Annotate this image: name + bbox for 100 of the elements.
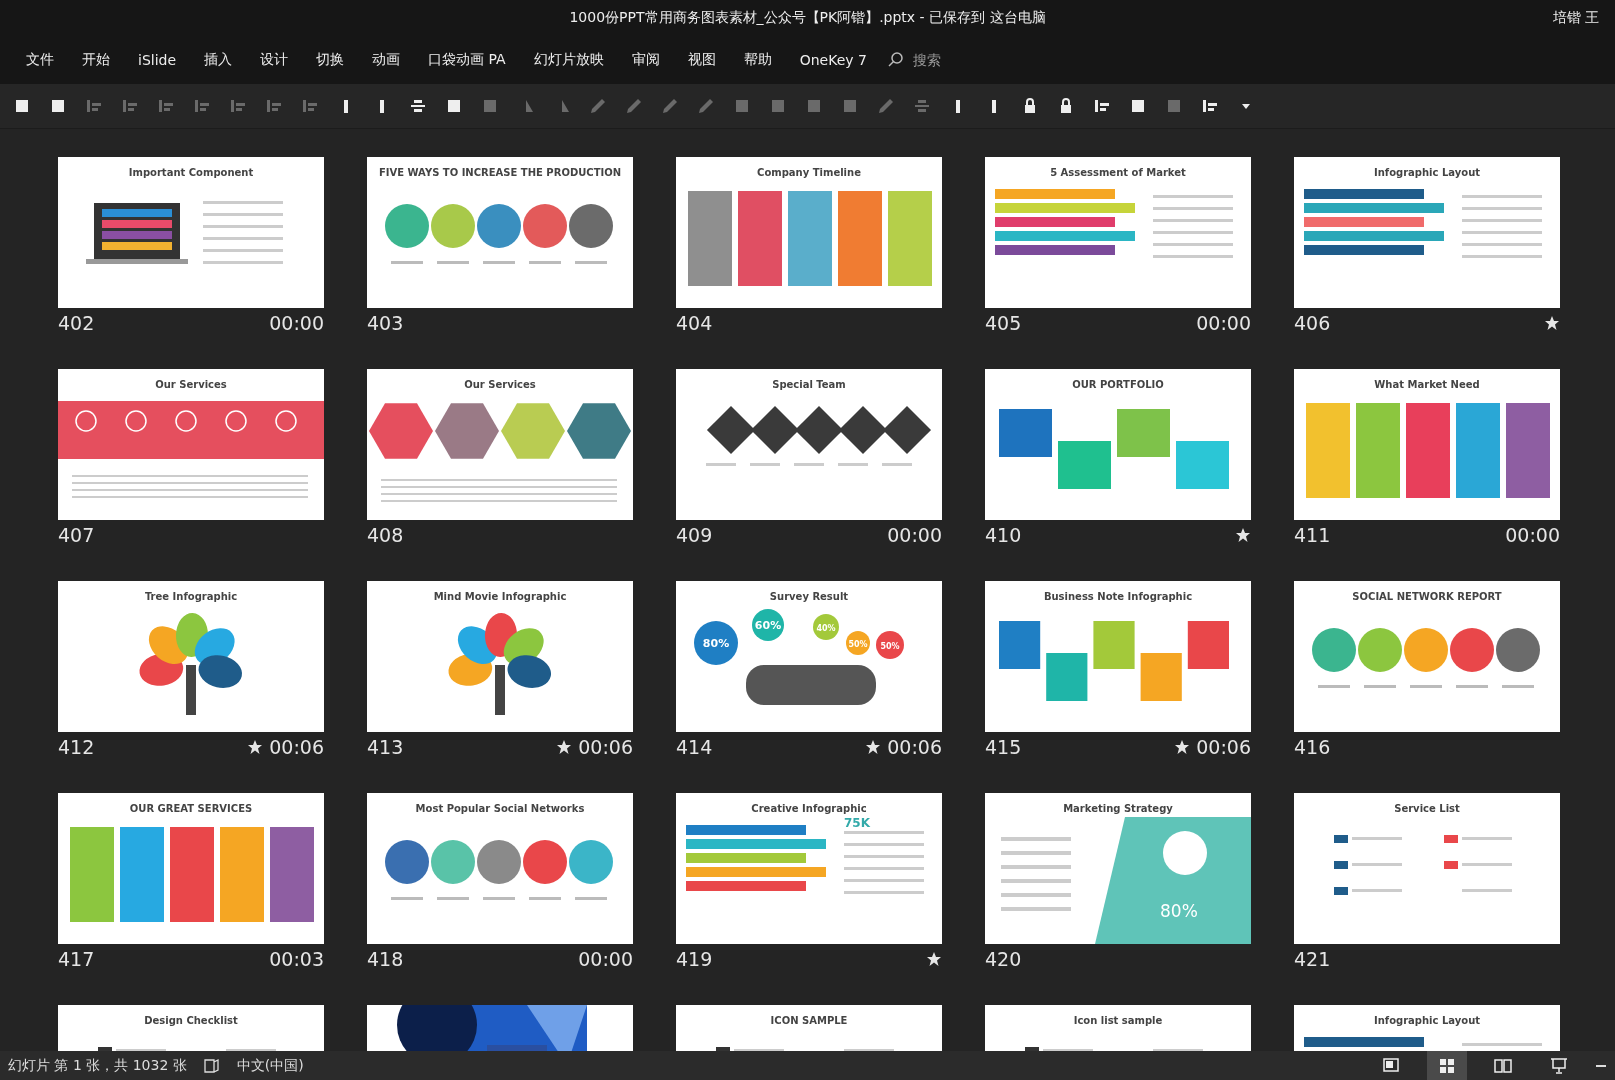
slide-timing: 00:06: [887, 736, 942, 758]
slide-number: 416: [1294, 736, 1331, 758]
slide-thumbnail[interactable]: Important Component: [58, 157, 324, 308]
menu-tab[interactable]: 口袋动画 PA: [414, 47, 520, 73]
slide-number: 409: [676, 524, 713, 546]
animation-star-icon: [556, 739, 573, 755]
slide-number: 414: [676, 736, 713, 758]
slide-thumbnail[interactable]: ICON SAMPLE: [676, 1005, 942, 1051]
slide-title: Business Note Infographic: [1042, 590, 1194, 604]
menu-tab[interactable]: 切换: [302, 47, 359, 73]
slide-thumbnail[interactable]: Our Services: [58, 369, 324, 520]
slide-thumbnail[interactable]: Company Timeline: [676, 157, 942, 308]
slide-title: Design Checklist: [143, 1014, 239, 1028]
slide-thumbnail[interactable]: SOCIAL NETWORK REPORT: [1294, 581, 1560, 732]
slide-thumbnail[interactable]: Icon list sample: [985, 1005, 1251, 1051]
menu-tab[interactable]: 视图: [673, 47, 730, 73]
presentation-icon: [1549, 1055, 1569, 1076]
slide-thumbnail[interactable]: Infographic Layout: [1294, 1005, 1560, 1051]
slide-number: 408: [367, 524, 404, 546]
window-title: 1000份PPT常用商务图表素材_公众号【PK阿锴】.pptx - 已保存到 这台电脑: [569, 9, 1046, 27]
menu-tab[interactable]: 设计: [246, 47, 303, 73]
menu-tab[interactable]: 幻灯片放映: [519, 47, 618, 73]
menu-tab[interactable]: 动画: [358, 47, 415, 73]
slide-number: 402: [58, 312, 95, 334]
slide-number: 403: [367, 312, 404, 334]
slide-number: 420: [985, 948, 1022, 970]
slide-number: 413: [367, 736, 404, 758]
slide-title: Service List: [1393, 802, 1461, 816]
slide-title: Company Timeline: [756, 166, 862, 180]
slide-thumbnail[interactable]: Design Checklist: [58, 1005, 324, 1051]
user-name: 培锴 王: [1552, 9, 1599, 27]
menu-tab[interactable]: 文件: [12, 47, 68, 73]
menu-tab[interactable]: 插入: [190, 47, 247, 73]
slide-thumbnail[interactable]: Our Services: [367, 369, 633, 520]
slide-number: 412: [58, 736, 95, 758]
slide-thumbnail[interactable]: Most Popular Social Networks: [367, 793, 633, 944]
animation-star-icon: [865, 739, 882, 755]
slide-timing: 00:03: [269, 948, 324, 970]
slide-thumbnail[interactable]: Infographic Layout: [1294, 157, 1560, 308]
slide-title: Special Team: [771, 378, 847, 392]
slide-thumbnail[interactable]: Survey Result 80% 60% 40% 50% 50%: [676, 581, 942, 732]
slide-title: Our Services: [463, 378, 537, 392]
menu-tab[interactable]: 帮助: [729, 47, 786, 73]
slide-thumbnail[interactable]: Service List: [1294, 793, 1560, 944]
slide-number: 405: [985, 312, 1022, 334]
slide-thumbnail[interactable]: What Market Need: [1294, 369, 1560, 520]
slide-timing: 00:06: [578, 736, 633, 758]
menu-tab[interactable]: iSlide: [124, 48, 191, 72]
menu-tab[interactable]: 审阅: [617, 47, 674, 73]
search-field[interactable]: 搜索: [910, 51, 975, 69]
animation-star-icon: [1235, 527, 1251, 543]
slide-title: 5 Assessment of Market: [1049, 166, 1187, 180]
slide-number: 419: [676, 948, 713, 970]
slide-title: Survey Result: [768, 590, 850, 604]
menu-tab[interactable]: 开始: [68, 47, 124, 73]
slide-number: 407: [58, 524, 95, 546]
menu-tab[interactable]: OneKey 7: [785, 48, 881, 72]
slide-title: ICON SAMPLE: [769, 1014, 849, 1028]
animation-star-icon: [926, 951, 942, 967]
slide-number: 410: [985, 524, 1022, 546]
percent-label: 60%: [754, 619, 782, 632]
slide-title: Creative Infographic: [750, 802, 868, 816]
slide-thumbnail[interactable]: Tree Infographic: [58, 581, 324, 732]
slide-timing: 00:06: [269, 736, 324, 758]
slide-timing: 00:00: [269, 312, 324, 334]
slide-number: 411: [1294, 524, 1331, 546]
slide-number: 406: [1294, 312, 1331, 334]
animation-star-icon: [247, 739, 264, 755]
slide-thumbnail[interactable]: OUR GREAT SERVICES: [58, 793, 324, 944]
slide-number: 417: [58, 948, 95, 970]
slide-title: Important Component: [127, 166, 255, 180]
percent-label: 80%: [702, 637, 730, 650]
slide-title: Tree Infographic: [143, 590, 239, 604]
animation-star-icon: [1174, 739, 1191, 755]
view-button[interactable]: [1427, 1051, 1467, 1080]
slide-thumbnail[interactable]: OUR PORTFOLIO: [985, 369, 1251, 520]
slide-thumbnail[interactable]: FIVE WAYS TO INCREASE THE PRODUCTION: [367, 157, 633, 308]
animation-star-icon: [1544, 315, 1560, 331]
slide-thumbnail[interactable]: Business Note Infographic: [985, 581, 1251, 732]
search-icon: [886, 51, 905, 69]
slide-title: Infographic Layout: [1372, 1014, 1482, 1028]
slide-thumbnail[interactable]: 5 Assessment of Market: [985, 157, 1251, 308]
slide-timing: 00:06: [1196, 736, 1251, 758]
language-label: 中文(中国): [236, 1056, 304, 1075]
slide-timing: 00:00: [1196, 312, 1251, 334]
slide-thumbnail[interactable]: Marketing Strategy 80%: [985, 793, 1251, 944]
slide-timing: 00:00: [578, 948, 633, 970]
slide-number: 418: [367, 948, 404, 970]
slide-thumbnail[interactable]: Mind Movie Infographic: [367, 581, 633, 732]
slide-thumbnail[interactable]: Creative Infographic 75K: [676, 793, 942, 944]
slide-number: 421: [1294, 948, 1331, 970]
slide-title: Icon list sample: [1072, 1014, 1164, 1028]
slide-thumbnail[interactable]: Special Team: [676, 369, 942, 520]
slide-title: Most Popular Social Networks: [414, 802, 586, 816]
percent-label: 40%: [816, 624, 836, 633]
slide-title: OUR GREAT SERVICES: [128, 802, 254, 816]
slide-title: FIVE WAYS TO INCREASE THE PRODUCTION: [377, 166, 623, 180]
figure-value: 75K: [844, 817, 870, 830]
percent-label: 80%: [1160, 901, 1198, 921]
percent-label: 50%: [848, 640, 868, 649]
